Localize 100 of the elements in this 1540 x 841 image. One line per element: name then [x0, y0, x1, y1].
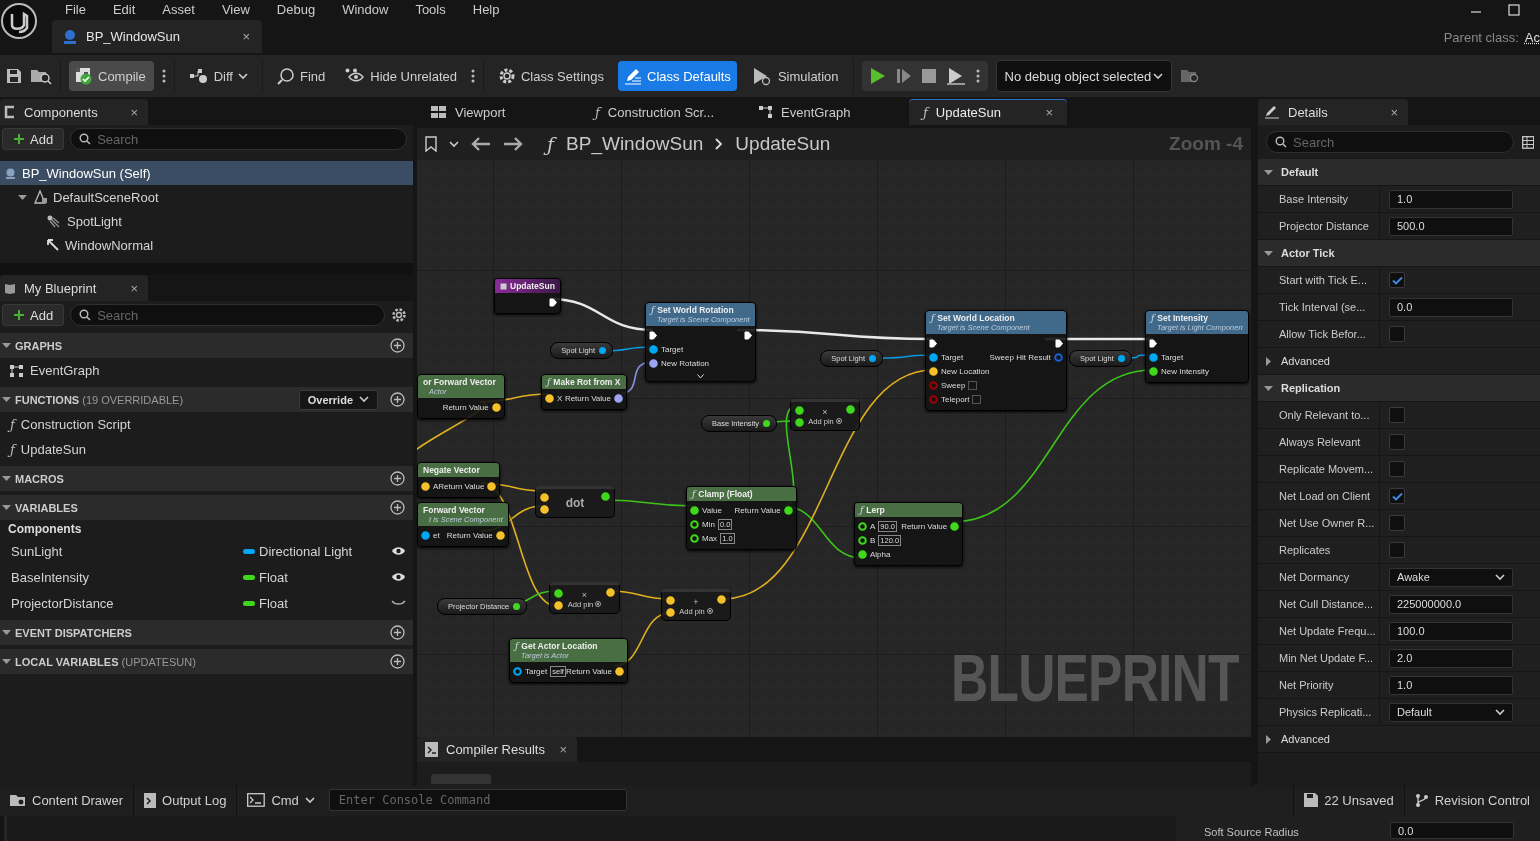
checkbox[interactable] [1389, 515, 1405, 531]
expanded-arrow-icon[interactable] [1264, 383, 1273, 393]
save-icon[interactable] [6, 68, 22, 84]
add-button[interactable]: Add [2, 128, 65, 150]
pin-checkbox[interactable] [968, 380, 978, 390]
data-pin-icon[interactable] [795, 417, 804, 427]
menu-item[interactable]: Asset [149, 1, 209, 17]
add-icon[interactable] [390, 471, 405, 486]
number-field[interactable]: 225000000.0 [1389, 594, 1513, 614]
data-pin-icon[interactable] [1149, 352, 1158, 362]
expanded-arrow-icon[interactable] [18, 192, 27, 202]
data-pin-icon[interactable] [1116, 354, 1126, 363]
variable-row[interactable]: BaseIntensity Float [0, 564, 413, 590]
checkbox[interactable] [1389, 272, 1405, 288]
engine-logo[interactable] [0, 2, 38, 40]
data-pin-icon[interactable] [858, 549, 867, 559]
compile-button[interactable]: Compile [69, 61, 154, 91]
table-view-icon[interactable] [1522, 135, 1534, 149]
data-pin-icon[interactable] [690, 519, 699, 529]
exec-pin-icon[interactable] [548, 297, 557, 307]
checkbox[interactable] [1389, 407, 1405, 423]
exec-pin-icon[interactable] [649, 330, 657, 340]
back-arrow-icon[interactable] [471, 137, 491, 151]
graph-list-item[interactable]: EventGraph [0, 358, 413, 383]
expanded-arrow-icon[interactable] [1264, 167, 1273, 177]
section-header[interactable]: EVENT DISPATCHERS [0, 620, 413, 645]
exec-pin-icon[interactable] [929, 338, 937, 348]
number-field[interactable]: 500.0 [1389, 216, 1513, 236]
graph-list-item[interactable]: ƒ Construction Script [0, 412, 413, 437]
graph-tab[interactable]: EventGraph [745, 99, 903, 125]
data-pin-icon[interactable] [601, 492, 610, 501]
menu-item[interactable]: View [208, 1, 264, 17]
menu-item[interactable]: Edit [99, 1, 150, 17]
variable-row[interactable]: SunLight Directional Light [0, 538, 413, 564]
cmd-dropdown[interactable]: Cmd [237, 783, 325, 817]
section-header[interactable]: MACROS [0, 466, 413, 491]
data-pin-icon[interactable] [795, 405, 804, 415]
data-pin-icon[interactable] [649, 344, 658, 354]
document-tab[interactable]: BP_WindowSun × [52, 20, 262, 53]
operator-node[interactable]: dot [535, 486, 615, 518]
panel-tab[interactable]: Details × [1258, 99, 1408, 125]
variable-row[interactable]: ProjectorDistance Float [0, 590, 413, 616]
more-icon[interactable] [470, 68, 475, 84]
browse-icon[interactable] [30, 67, 52, 85]
expanded-arrow-icon[interactable] [2, 395, 11, 404]
number-field[interactable]: 2.0 [1389, 648, 1513, 668]
add-pin-icon[interactable] [835, 418, 842, 424]
breadcrumb-link[interactable]: BP_WindowSun [566, 133, 704, 155]
debug-object-dropdown[interactable]: No debug object selected [995, 60, 1172, 92]
exec-pin-icon[interactable] [1054, 338, 1063, 348]
data-pin-icon[interactable] [513, 666, 522, 676]
data-pin-icon[interactable] [614, 393, 623, 403]
close-button[interactable]: × [130, 280, 138, 296]
close-button[interactable]: × [1390, 104, 1398, 120]
eye-icon[interactable] [391, 572, 406, 582]
checkbox[interactable] [1389, 542, 1405, 558]
expanded-arrow-icon[interactable] [2, 341, 11, 350]
graph-tab[interactable]: ƒ UpdateSun × [909, 99, 1067, 125]
add-icon[interactable] [390, 625, 405, 640]
dropdown[interactable]: Default [1389, 702, 1513, 722]
add-pin-icon[interactable] [706, 608, 713, 614]
menu-item[interactable]: Help [459, 1, 514, 17]
data-pin-icon[interactable] [929, 352, 938, 362]
add-icon[interactable] [390, 338, 405, 353]
add-button[interactable]: Add [2, 304, 65, 326]
section-header[interactable]: VARIABLES [0, 495, 413, 520]
category-header[interactable]: Default [1258, 159, 1540, 186]
expand-icon[interactable] [696, 374, 704, 379]
search-field[interactable]: Search [70, 304, 385, 326]
more-icon[interactable] [161, 68, 166, 84]
checkbox[interactable] [1389, 488, 1405, 504]
data-pin-icon[interactable] [512, 602, 522, 611]
exec-pin-icon[interactable] [743, 330, 752, 340]
step-icon[interactable] [895, 68, 912, 84]
data-pin-icon[interactable] [846, 405, 855, 414]
menu-item[interactable]: Tools [402, 1, 460, 17]
number-field[interactable]: 1.0 [1389, 189, 1513, 209]
data-pin-icon[interactable] [690, 505, 699, 515]
data-pin-icon[interactable] [690, 533, 699, 543]
event-node[interactable]: UpdateSun [494, 278, 561, 314]
data-pin-icon[interactable] [598, 346, 607, 355]
exec-pin-icon[interactable] [1149, 338, 1157, 348]
add-icon[interactable] [390, 654, 405, 669]
expanded-arrow-icon[interactable] [2, 474, 11, 483]
class-defaults-button[interactable]: Class Defaults [618, 61, 737, 91]
search-field[interactable]: Search [1266, 131, 1514, 153]
eye-icon[interactable] [391, 546, 406, 556]
panel-tab[interactable]: Compiler Results × [417, 737, 577, 762]
data-pin-icon[interactable] [762, 419, 772, 428]
data-pin-icon[interactable] [554, 588, 563, 598]
expanded-arrow-icon[interactable] [1264, 248, 1273, 258]
search-field[interactable]: Search [70, 128, 407, 150]
breadcrumb-link[interactable]: UpdateSun [735, 133, 831, 155]
add-pin-icon[interactable] [595, 601, 602, 607]
eject-icon[interactable] [945, 67, 966, 85]
simulation-button[interactable]: Simulation [744, 61, 845, 91]
number-field[interactable]: 1.0 [1389, 675, 1513, 695]
expanded-arrow-icon[interactable] [2, 628, 11, 637]
data-pin-icon[interactable] [783, 505, 793, 515]
function-node[interactable]: ƒ Make Rot from X X Return Value [541, 374, 627, 410]
